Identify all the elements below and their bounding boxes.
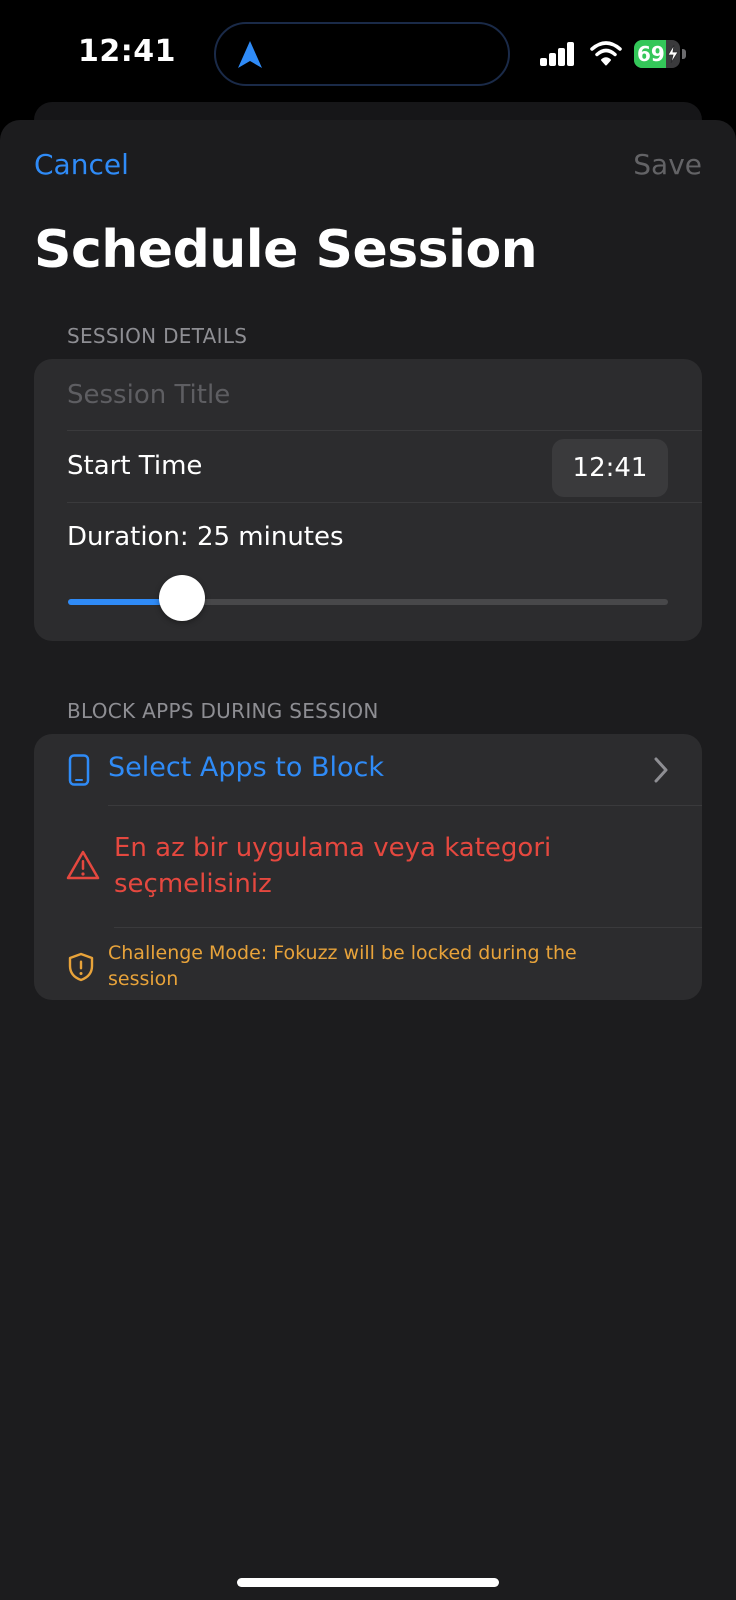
chevron-right-icon	[654, 757, 668, 783]
status-bar: 12:41 69	[0, 0, 736, 110]
divider	[114, 927, 702, 928]
divider	[67, 430, 702, 431]
select-apps-label: Select Apps to Block	[108, 752, 384, 783]
warning-triangle-icon	[66, 850, 100, 880]
page-title: Schedule Session	[34, 220, 538, 280]
battery-body: 69	[634, 40, 680, 68]
divider	[67, 502, 702, 503]
cancel-button[interactable]: Cancel	[34, 148, 129, 181]
battery-cap	[682, 49, 686, 59]
save-button[interactable]: Save	[633, 148, 702, 181]
start-time-label: Start Time	[67, 451, 203, 481]
dynamic-island	[214, 22, 510, 86]
block-apps-card: Select Apps to Block En az bir uygulama …	[34, 734, 702, 1000]
shield-exclamation-icon	[68, 952, 94, 982]
duration-slider-thumb[interactable]	[159, 575, 205, 621]
session-title-input[interactable]	[67, 377, 667, 413]
section-header-block-apps: BLOCK APPS DURING SESSION	[67, 699, 379, 723]
status-time: 12:41	[78, 34, 176, 69]
cellular-signal-icon	[540, 42, 576, 66]
navigation-arrow-icon	[238, 41, 262, 68]
start-time-picker[interactable]: 12:41	[552, 439, 668, 497]
challenge-mode-note: Challenge Mode: Fokuzz will be locked du…	[108, 942, 577, 990]
select-apps-row[interactable]: Select Apps to Block	[34, 734, 702, 806]
section-header-session-details: SESSION DETAILS	[67, 324, 248, 348]
warning-message: En az bir uygulama veya kategori seçmeli…	[114, 833, 552, 899]
wifi-icon	[590, 41, 622, 66]
phone-icon	[68, 754, 90, 786]
battery-charging-icon: 69	[634, 40, 686, 68]
bolt-icon	[667, 45, 679, 63]
home-indicator	[237, 1578, 499, 1587]
divider	[108, 805, 702, 806]
session-details-card: Start Time 12:41 Duration: 25 minutes	[34, 359, 702, 641]
duration-label: Duration: 25 minutes	[67, 522, 344, 552]
duration-slider-track[interactable]	[68, 599, 668, 605]
